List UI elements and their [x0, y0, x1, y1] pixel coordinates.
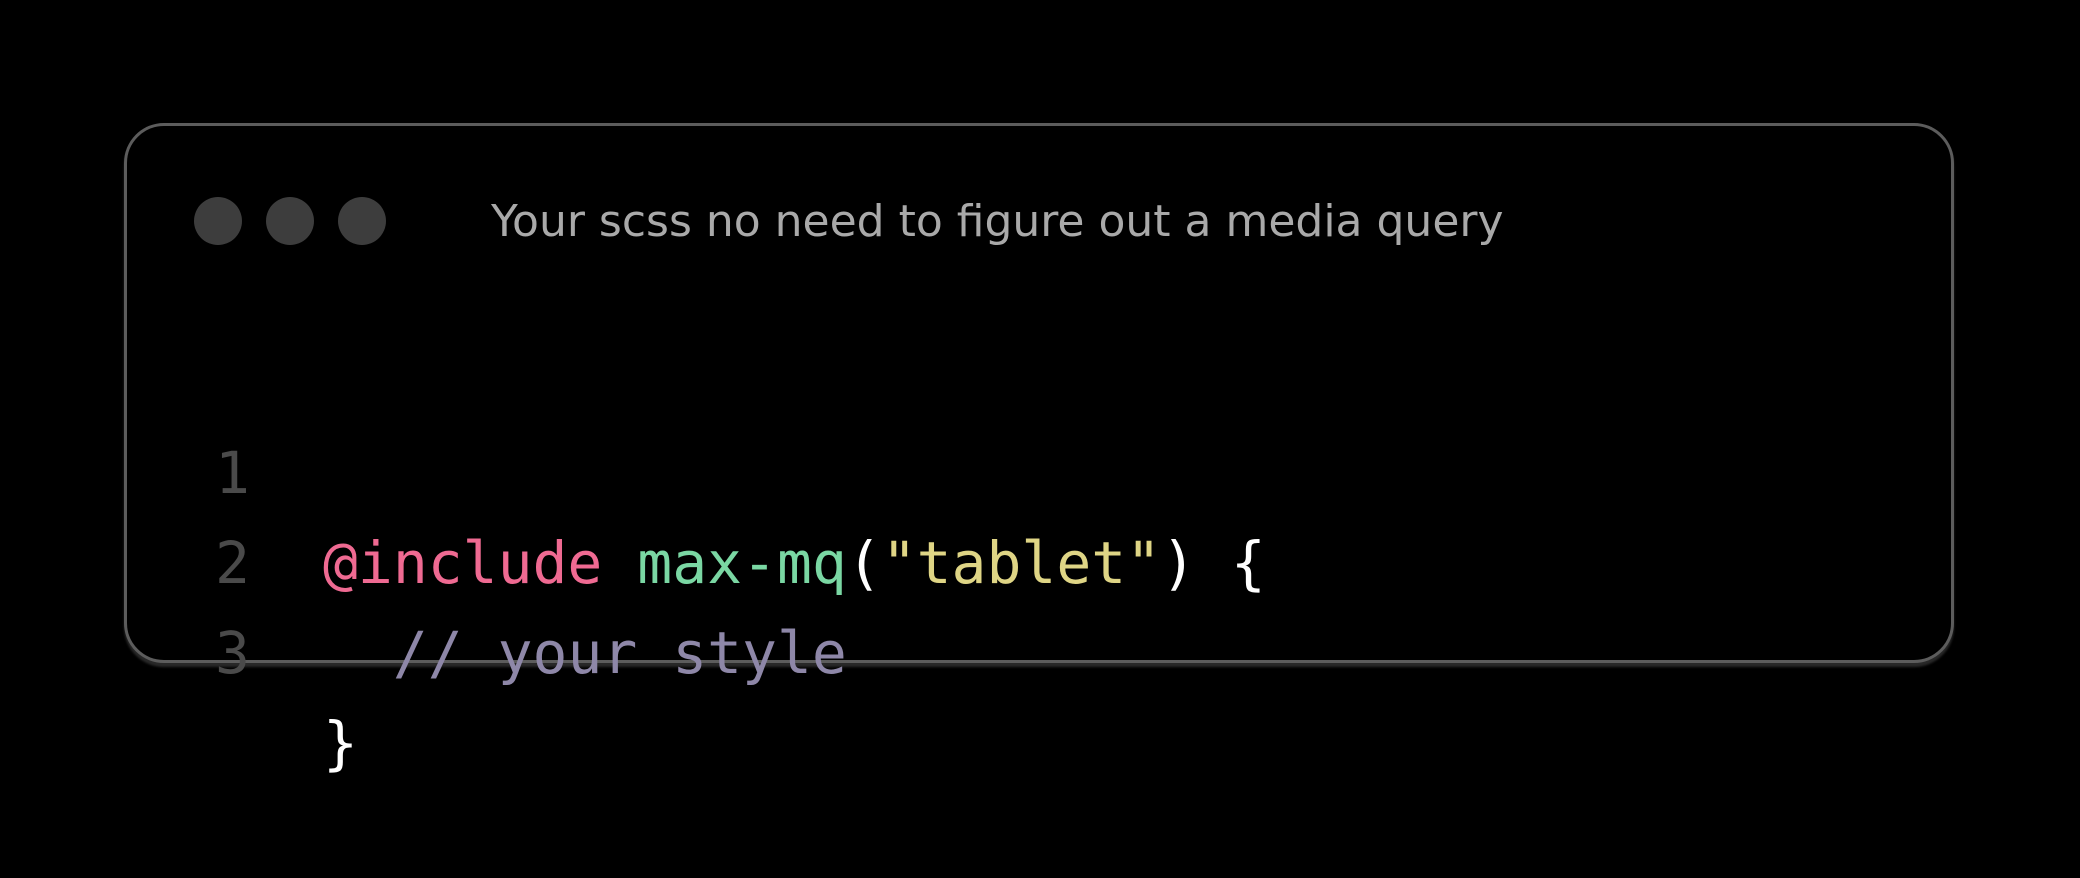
window-dot-icon [194, 197, 242, 245]
code-block: 1 @include max-mq("tablet") { 2 // your … [127, 338, 1951, 777]
window-title: Your scss no need to figure out a media … [491, 196, 1504, 247]
code-line: 2 // your style [127, 428, 1951, 687]
code-line-content: // your style [323, 608, 847, 698]
code-line: 3 } [127, 518, 1951, 777]
line-number: 3 [215, 619, 250, 687]
code-line-content: } [323, 698, 358, 788]
window-dot-icon [266, 197, 314, 245]
code-line: 1 @include max-mq("tablet") { [127, 338, 1951, 597]
code-window: Your scss no need to figure out a media … [124, 123, 1954, 777]
window-dot-icon [338, 197, 386, 245]
window-titlebar: Your scss no need to figure out a media … [127, 126, 1951, 316]
comment-token: // your style [392, 619, 847, 687]
punctuation-token: } [323, 709, 358, 777]
